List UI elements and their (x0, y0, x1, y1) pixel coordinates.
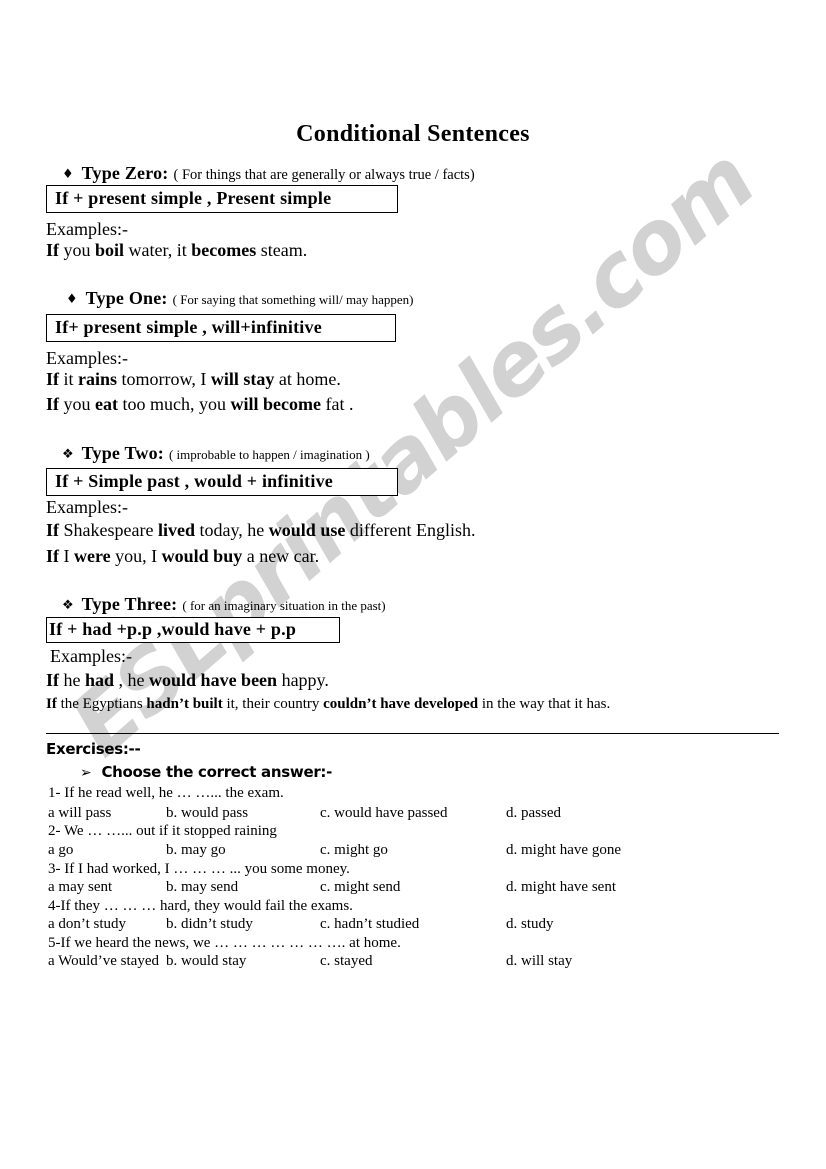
formula-box-type-zero: If + present simple , Present simple (46, 185, 398, 213)
heading-type-zero: ♦ Type Zero:( For things that are general… (62, 163, 475, 184)
answer-option[interactable]: b. may send (166, 879, 238, 896)
answer-option[interactable]: a may sent (48, 879, 112, 896)
exercises-heading: Exercises:-- (46, 740, 141, 758)
examples-label-type-one: Examples:- (46, 348, 128, 368)
type-label-type-zero: Type Zero: (81, 163, 169, 183)
heading-type-one: ♦ Type One: ( For saying that something wi… (66, 288, 413, 309)
diamond-solid-bullet-icon: ♦ (66, 292, 78, 307)
formula-box-type-one: If+ present simple , will+infinitive (46, 314, 396, 342)
answer-option[interactable]: d. study (506, 916, 554, 933)
answer-option[interactable]: c. stayed (320, 953, 372, 970)
diamond-flower-bullet-icon: ❖ (62, 447, 74, 462)
exercises-instruction-label: Choose the correct answer:- (101, 763, 333, 781)
question-text: 4-If they … … … hard, they would fail th… (48, 898, 353, 914)
diamond-solid-bullet-icon: ♦ (62, 167, 74, 182)
type-label-type-two: Type Two: (81, 443, 164, 463)
answer-option[interactable]: a go (48, 842, 73, 859)
question-options-row: a Would’ve stayed b. would stay c. stayed d… (48, 953, 788, 971)
section-divider (46, 733, 779, 734)
exercises-instruction: ➢ Choose the correct answer:- (80, 763, 332, 781)
answer-option[interactable]: a Would’ve stayed (48, 953, 159, 970)
answer-option[interactable]: c. would have passed (320, 805, 447, 822)
question-options-row: a go b. may go c. might go d. might have go… (48, 842, 788, 860)
question-options-row: a don’t study b. didn’t study c. hadn’t st… (48, 916, 788, 934)
answer-option[interactable]: d. might have gone (506, 842, 621, 859)
question-options-row: a may sent b. may send c. might send d. mig… (48, 879, 788, 897)
answer-option[interactable]: c. might go (320, 842, 388, 859)
example-sentence: If the Egyptians hadn’t built it, their … (46, 696, 611, 712)
answer-option[interactable]: b. may go (166, 842, 226, 859)
arrow-bullet-icon: ➢ (80, 765, 92, 781)
worksheet-page: Conditional Sentences ♦ Type Zero:( For t… (0, 0, 826, 1169)
heading-type-two: ❖ Type Two: ( improbable to happen / imagi… (62, 443, 370, 464)
answer-option[interactable]: b. would stay (166, 953, 246, 970)
formula-box-type-three: If + had +p.p ,would have + p.p (46, 617, 340, 643)
heading-type-three: ❖ Type Three: ( for an imaginary situation… (62, 594, 386, 615)
example-sentence: If Shakespeare lived today, he would use… (46, 520, 476, 540)
example-sentence: If you boil water, it becomes steam. (46, 240, 308, 260)
diamond-flower-bullet-icon: ❖ (62, 598, 74, 613)
answer-option[interactable]: b. would pass (166, 805, 248, 822)
example-sentence: If I were you, I would buy a new car. (46, 546, 320, 566)
answer-option[interactable]: b. didn’t study (166, 916, 253, 933)
question-text: 1- If he read well, he … …... the exam. (48, 785, 284, 801)
type-description-type-three: ( for an imaginary situation in the past… (182, 598, 386, 613)
question-text: 3- If I had worked, I … … … ... you some… (48, 861, 350, 877)
answer-option[interactable]: a will pass (48, 805, 111, 822)
examples-label-type-zero: Examples:- (46, 219, 128, 239)
answer-option[interactable]: c. hadn’t studied (320, 916, 419, 933)
type-description-type-two: ( improbable to happen / imagination ) (168, 447, 370, 462)
examples-label-type-two: Examples:- (46, 497, 128, 517)
formula-box-type-two: If + Simple past , would + infinitive (46, 468, 398, 496)
answer-option[interactable]: d. might have sent (506, 879, 616, 896)
answer-option[interactable]: c. might send (320, 879, 400, 896)
answer-option[interactable]: d. will stay (506, 953, 572, 970)
type-description-type-one: ( For saying that something will/ may ha… (172, 292, 414, 307)
examples-label-type-three: Examples:- (50, 646, 132, 666)
answer-option[interactable]: a don’t study (48, 916, 126, 933)
example-sentence: If it rains tomorrow, I will stay at hom… (46, 369, 341, 389)
type-label-type-one: Type One: (85, 288, 168, 308)
type-description-type-zero: ( For things that are generally or alway… (173, 167, 475, 183)
question-options-row: a will pass b. would pass c. would have pa… (48, 805, 788, 823)
question-text: 2- We … …... out if it stopped raining (48, 823, 277, 839)
question-text: 5-If we heard the news, we … … … … … … …… (48, 935, 401, 951)
type-label-type-three: Type Three: (81, 594, 178, 614)
page-title: Conditional Sentences (296, 121, 530, 147)
answer-option[interactable]: d. passed (506, 805, 561, 822)
example-sentence: If he had , he would have been happy. (46, 670, 329, 690)
example-sentence: If you eat too much, you will become fat… (46, 394, 354, 414)
